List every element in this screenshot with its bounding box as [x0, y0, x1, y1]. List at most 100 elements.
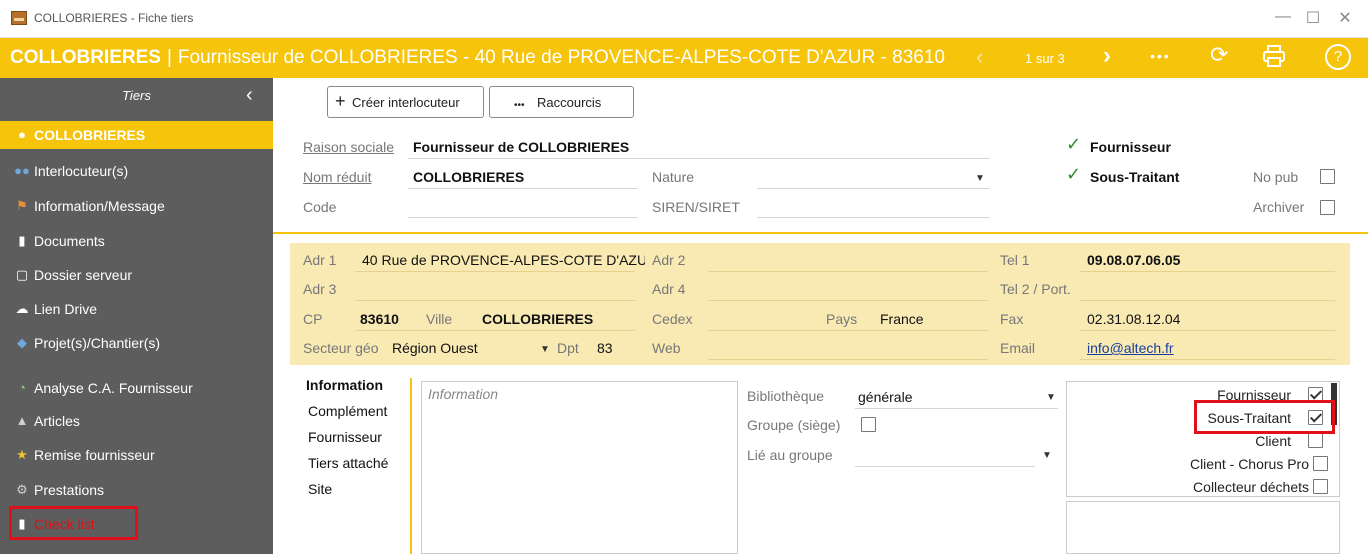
close-icon[interactable]: ✕ — [1330, 8, 1360, 28]
sidebar-item-label: Interlocuteur(s) — [34, 163, 129, 179]
fax-label: Fax — [1000, 311, 1024, 327]
divider — [708, 300, 988, 301]
fax-field[interactable]: 02.31.08.12.04 — [1087, 311, 1180, 327]
sidebar-item-interlocuteurs[interactable]: ●● Interlocuteur(s) — [0, 157, 273, 185]
tab-fournisseur[interactable]: Fournisseur — [308, 429, 382, 445]
email-link[interactable]: info@altech.fr — [1087, 340, 1174, 356]
minimize-icon[interactable]: — — [1268, 8, 1298, 26]
maximize-icon[interactable]: ☐ — [1298, 8, 1328, 28]
tag-icon: ▲ — [15, 413, 29, 428]
groupe-siege-label: Groupe (siège) — [747, 417, 841, 433]
secondary-panel — [1066, 501, 1340, 554]
siren-label: SIREN/SIRET — [652, 199, 740, 215]
divider — [408, 158, 990, 159]
collapse-sidebar-icon[interactable]: ‹ — [246, 84, 253, 107]
sidebar-item-label: Prestations — [34, 482, 105, 498]
fournisseur-flag: Fournisseur — [1090, 139, 1171, 155]
tel1-field[interactable]: 09.08.07.06.05 — [1087, 252, 1180, 268]
sidebar-item-articles[interactable]: ▲ Articles — [0, 407, 273, 435]
email-link-text[interactable]: info@altech.fr — [1087, 340, 1174, 356]
siren-field[interactable] — [760, 199, 988, 217]
adr1-label: Adr 1 — [303, 252, 337, 268]
folder-icon: ▢ — [15, 267, 29, 282]
divider — [708, 330, 988, 331]
archiver-checkbox[interactable] — [1320, 200, 1335, 215]
sidebar-item-projets-chantiers[interactable]: ◆ Projet(s)/Chantier(s) — [0, 329, 273, 357]
ville-field[interactable]: COLLOBRIERES — [482, 311, 593, 327]
sidebar-item-information-message[interactable]: ⚑ Information/Message — [0, 192, 273, 220]
record-title-name: COLLOBRIERES — [10, 47, 161, 68]
email-label: Email — [1000, 340, 1036, 356]
shortcuts-label: Raccourcis — [537, 95, 602, 110]
print-icon[interactable] — [1262, 44, 1286, 74]
record-title: COLLOBRIERES | Fournisseur de COLLOBRIERES… — [10, 47, 945, 69]
divider — [708, 359, 988, 360]
code-field[interactable] — [413, 199, 638, 217]
flag-icon: ⚑ — [16, 198, 28, 213]
adr3-label: Adr 3 — [303, 281, 337, 297]
tabs-divider — [410, 378, 412, 554]
sidebar-item-label: Documents — [34, 233, 105, 249]
sidebar-title: Tiers — [122, 88, 151, 103]
sidebar-item-analyse-ca[interactable]: ◔ Analyse C.A. Fournisseur — [0, 374, 273, 402]
chevron-down-icon[interactable]: ▼ — [1042, 450, 1052, 461]
information-textarea[interactable]: Information — [421, 381, 738, 554]
nom-reduit-field[interactable]: COLLOBRIERES — [413, 169, 524, 185]
bibliotheque-select[interactable]: générale — [858, 389, 913, 405]
nature-select[interactable] — [760, 169, 988, 187]
lie-groupe-select[interactable] — [858, 447, 1038, 465]
previous-record-icon[interactable]: ‹ — [976, 44, 983, 70]
pays-field[interactable]: France — [880, 311, 924, 327]
tab-information[interactable]: Information — [306, 377, 383, 393]
secteur-select[interactable]: Région Ouest — [392, 340, 478, 356]
type-client-chorus-checkbox[interactable] — [1313, 456, 1328, 471]
sidebar-item-prestations[interactable]: ⚙ Prestations — [0, 476, 273, 504]
sidebar-item-label: Dossier serveur — [34, 267, 133, 283]
sidebar-item-label: Lien Drive — [34, 301, 98, 317]
shortcuts-button[interactable]: ••• Raccourcis — [489, 86, 634, 118]
no-pub-label: No pub — [1253, 169, 1299, 185]
tel1-label: Tel 1 — [1000, 252, 1030, 268]
next-record-icon[interactable]: › — [1103, 42, 1111, 70]
groupe-siege-checkbox[interactable] — [861, 417, 876, 432]
sidebar-item-lien-drive[interactable]: ☁ Lien Drive — [0, 295, 273, 323]
cedex-label: Cedex — [652, 311, 693, 327]
type-client-checkbox[interactable] — [1308, 433, 1323, 448]
help-icon[interactable]: ? — [1325, 44, 1351, 70]
people-icon: ●● — [14, 163, 30, 178]
raison-sociale-label: Raison sociale — [303, 139, 395, 155]
pays-label: Pays — [826, 311, 858, 327]
divider — [408, 217, 638, 218]
divider — [757, 217, 990, 218]
sidebar-item-collobrieres[interactable]: ● COLLOBRIERES — [0, 121, 273, 149]
divider — [1080, 300, 1335, 301]
create-contact-label: Créer interlocuteur — [352, 95, 460, 110]
chevron-down-icon[interactable]: ▼ — [1046, 392, 1056, 403]
sidebar-item-dossier-serveur[interactable]: ▢ Dossier serveur — [0, 261, 273, 289]
tab-tiers-attache[interactable]: Tiers attaché — [308, 455, 388, 471]
sidebar-item-documents[interactable]: ▮ Documents — [0, 227, 273, 255]
tab-complement[interactable]: Complément — [308, 403, 387, 419]
sidebar-item-label: Information/Message — [34, 198, 165, 214]
tab-site[interactable]: Site — [308, 481, 332, 497]
dpt-field[interactable]: 83 — [597, 340, 613, 356]
page-indicator: 1 sur 3 — [1025, 51, 1065, 66]
create-contact-button[interactable]: + Créer interlocuteur — [327, 86, 484, 118]
adr2-label: Adr 2 — [652, 252, 686, 268]
refresh-icon[interactable]: ⟳ — [1210, 42, 1228, 68]
type-collecteur-checkbox[interactable] — [1313, 479, 1328, 494]
more-icon[interactable]: ••• — [1150, 48, 1171, 64]
bibliotheque-label: Bibliothèque — [747, 388, 825, 404]
project-icon: ◆ — [17, 335, 27, 350]
raison-sociale-field[interactable]: Fournisseur de COLLOBRIERES — [413, 139, 629, 155]
divider — [708, 271, 988, 272]
adr1-field[interactable]: 40 Rue de PROVENCE-ALPES-COTE D'AZU — [362, 252, 645, 268]
no-pub-checkbox[interactable] — [1320, 169, 1335, 184]
sidebar-item-remise-fournisseur[interactable]: ★ Remise fournisseur — [0, 441, 273, 469]
cp-label: CP — [303, 311, 323, 327]
window-titlebar: COLLOBRIERES - Fiche tiers — ☐ ✕ — [0, 0, 1368, 38]
chevron-down-icon[interactable]: ▼ — [540, 344, 550, 355]
chevron-down-icon[interactable]: ▼ — [975, 173, 985, 184]
tier-types-panel: Fournisseur Sous-Traitant Client Client … — [1066, 381, 1340, 497]
cp-field[interactable]: 83610 — [360, 311, 399, 327]
